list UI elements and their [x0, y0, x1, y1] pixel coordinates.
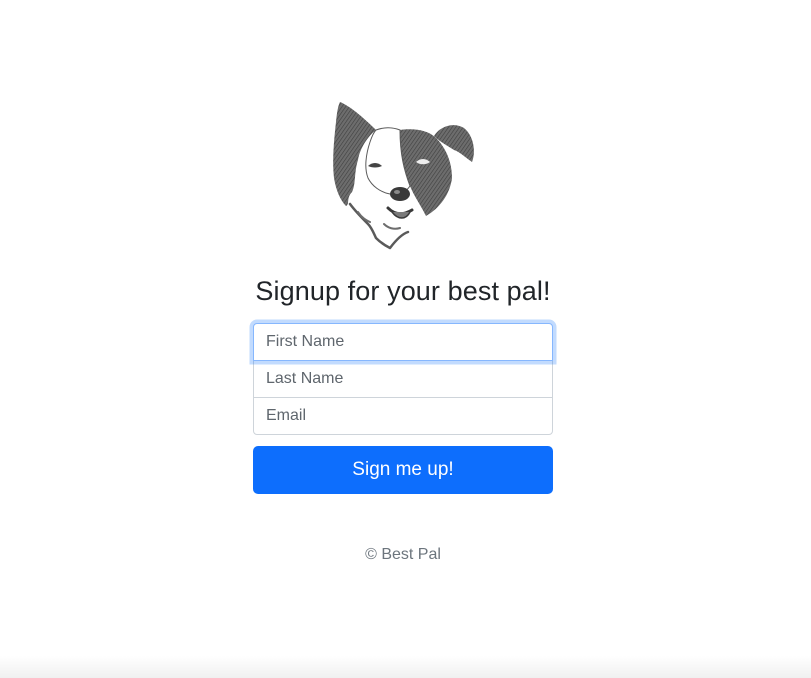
signup-form: Sign me up! [253, 323, 553, 494]
first-name-field[interactable] [253, 323, 553, 361]
border-collie-dog-head-icon [333, 102, 474, 250]
email-field[interactable] [253, 397, 553, 435]
sign-up-button[interactable]: Sign me up! [253, 446, 553, 494]
signup-container: Signup for your best pal! Sign me up! © … [253, 100, 553, 564]
dog-logo-icon [328, 100, 478, 250]
bottom-edge-shadow [0, 656, 811, 678]
page-title: Signup for your best pal! [255, 276, 551, 306]
last-name-field[interactable] [253, 360, 553, 398]
footer-copyright: © Best Pal [365, 546, 441, 563]
